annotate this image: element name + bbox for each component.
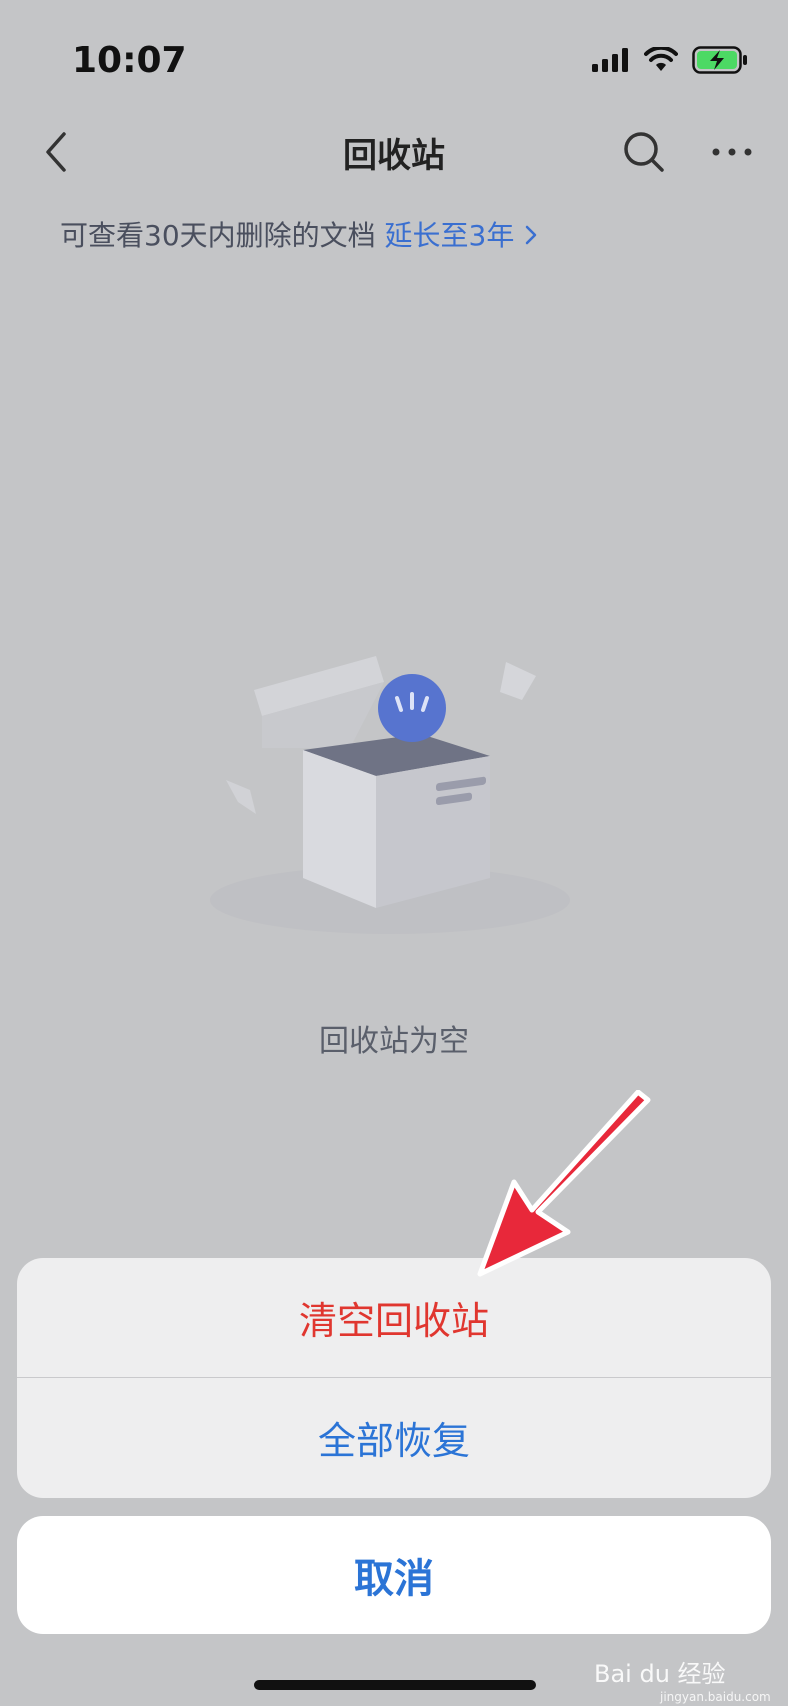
watermark: Bai du 经验 — [594, 1660, 726, 1688]
nav-bar: 回收站 — [0, 110, 788, 190]
empty-state-text: 回收站为空 — [319, 1024, 469, 1059]
battery-charging-icon — [692, 46, 748, 78]
status-time: 10:07 — [72, 40, 187, 81]
chevron-right-icon — [526, 225, 537, 245]
search-button[interactable] — [620, 128, 668, 176]
retention-notice-text: 可查看30天内删除的文档 — [60, 219, 376, 252]
restore-all-button[interactable]: 全部恢复 — [17, 1378, 771, 1497]
retention-notice: 可查看30天内删除的文档 延长至3年 — [60, 214, 539, 254]
status-bar: 10:07 — [0, 0, 788, 120]
page-title: 回收站 — [343, 136, 445, 176]
more-button[interactable] — [708, 132, 756, 172]
wifi-icon — [644, 45, 678, 77]
cancel-button[interactable]: 取消 — [17, 1516, 771, 1634]
action-sheet: 清空回收站 全部恢复 — [17, 1258, 771, 1498]
annotation-arrow-icon — [470, 1089, 660, 1290]
extend-retention-link[interactable]: 延长至3年 — [385, 219, 540, 252]
open-box-icon — [190, 620, 590, 940]
status-icons — [592, 45, 748, 78]
watermark-url: jingyan.baidu.com — [660, 1690, 771, 1704]
cellular-signal-icon — [592, 48, 630, 76]
home-indicator — [254, 1680, 536, 1690]
search-icon — [624, 132, 664, 172]
extend-retention-label: 延长至3年 — [384, 219, 515, 252]
more-dots-icon — [712, 148, 752, 156]
